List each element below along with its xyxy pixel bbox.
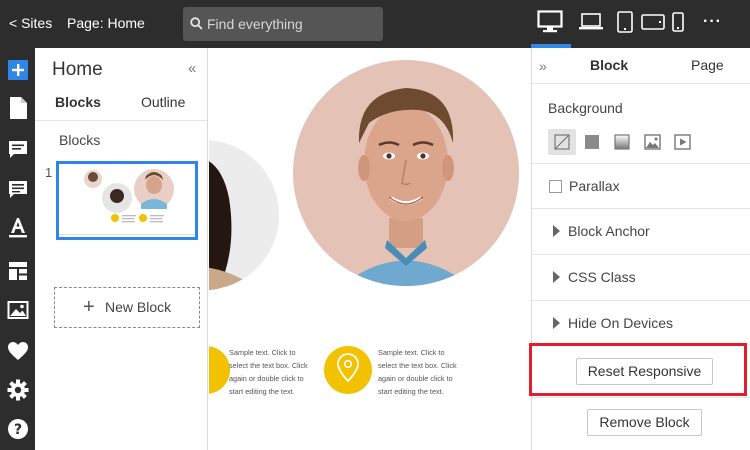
new-block-button[interactable]: + New Block: [54, 287, 200, 328]
help-icon[interactable]: ?: [7, 418, 29, 440]
tab-blocks[interactable]: Blocks: [55, 94, 101, 110]
divider: [532, 208, 750, 209]
add-icon[interactable]: [7, 59, 29, 81]
laptop-icon[interactable]: [578, 10, 604, 34]
tablet-portrait-icon[interactable]: [616, 10, 634, 34]
background-color-option[interactable]: [578, 129, 606, 155]
css-class-section[interactable]: CSS Class: [568, 269, 636, 285]
image-icon[interactable]: [7, 299, 29, 321]
desktop-icon[interactable]: [537, 10, 563, 34]
new-block-label: New Block: [105, 299, 172, 315]
back-to-sites-link[interactable]: < Sites: [9, 15, 52, 31]
background-label: Background: [548, 100, 623, 116]
gear-icon[interactable]: [7, 379, 29, 401]
color-icon: [585, 135, 599, 149]
page-icon[interactable]: [7, 97, 29, 119]
search-placeholder: Find everything: [207, 16, 303, 32]
background-none-option[interactable]: [548, 129, 576, 155]
portrait-man-image: [293, 60, 519, 286]
hide-on-devices-section[interactable]: Hide On Devices: [568, 315, 673, 331]
tablet-landscape-icon[interactable]: [640, 10, 666, 34]
more-options-button[interactable]: ···: [703, 13, 722, 31]
blocks-section-label: Blocks: [59, 132, 101, 148]
remove-block-button[interactable]: Remove Block: [587, 409, 702, 436]
search-icon: [190, 17, 203, 30]
tool-rail: ?: [0, 48, 35, 450]
pages-panel: Home « Blocks Outline Blocks 1 + New Blo…: [35, 48, 208, 450]
collapse-panel-icon[interactable]: «: [188, 60, 196, 77]
divider: [532, 397, 750, 398]
top-bar: < Sites Page: Home Find everything ···: [0, 0, 750, 48]
divider: [532, 163, 750, 164]
tab-block[interactable]: Block: [590, 57, 628, 73]
image-icon: [644, 134, 661, 150]
heart-icon[interactable]: [7, 340, 29, 362]
divider: [532, 83, 750, 84]
gradient-icon: [614, 134, 630, 150]
parallax-checkbox[interactable]: [549, 180, 562, 193]
parallax-label[interactable]: Parallax: [569, 178, 620, 194]
video-icon: [674, 134, 691, 150]
background-gradient-option[interactable]: [608, 129, 636, 155]
feature-icon-1: [209, 346, 230, 394]
tab-page[interactable]: Page: [691, 57, 724, 73]
expand-arrow-icon: [553, 271, 560, 283]
editor-canvas[interactable]: Sample text. Click to select the text bo…: [209, 48, 531, 450]
divider: [532, 254, 750, 255]
panel-divider: [35, 120, 208, 121]
phone-icon[interactable]: [670, 10, 686, 34]
block-anchor-section[interactable]: Block Anchor: [568, 223, 650, 239]
comment-icon[interactable]: [7, 139, 29, 161]
thumbnail-preview: [59, 169, 195, 235]
current-page-label[interactable]: Page: Home: [67, 15, 145, 31]
font-icon[interactable]: [7, 216, 29, 238]
sample-text-1[interactable]: Sample text. Click to select the text bo…: [229, 346, 309, 398]
page-title: Home: [52, 59, 103, 80]
plus-icon: +: [83, 296, 95, 318]
block-thumbnail[interactable]: [56, 161, 198, 240]
background-image-option[interactable]: [638, 129, 666, 155]
background-video-option[interactable]: [668, 129, 696, 155]
divider: [532, 300, 750, 301]
tab-outline[interactable]: Outline: [141, 94, 185, 110]
search-input[interactable]: Find everything: [183, 7, 383, 41]
none-icon: [554, 134, 570, 150]
text-block-icon[interactable]: [7, 178, 29, 200]
svg-text:?: ?: [14, 422, 22, 438]
highlight-box: [529, 343, 747, 396]
sample-text-2[interactable]: Sample text. Click to select the text bo…: [378, 346, 458, 398]
expand-arrow-icon: [553, 317, 560, 329]
expand-panel-icon[interactable]: »: [539, 58, 547, 74]
block-number: 1: [45, 165, 53, 180]
expand-arrow-icon: [553, 225, 560, 237]
layout-icon[interactable]: [7, 260, 29, 282]
portrait-woman-image: [209, 140, 279, 290]
